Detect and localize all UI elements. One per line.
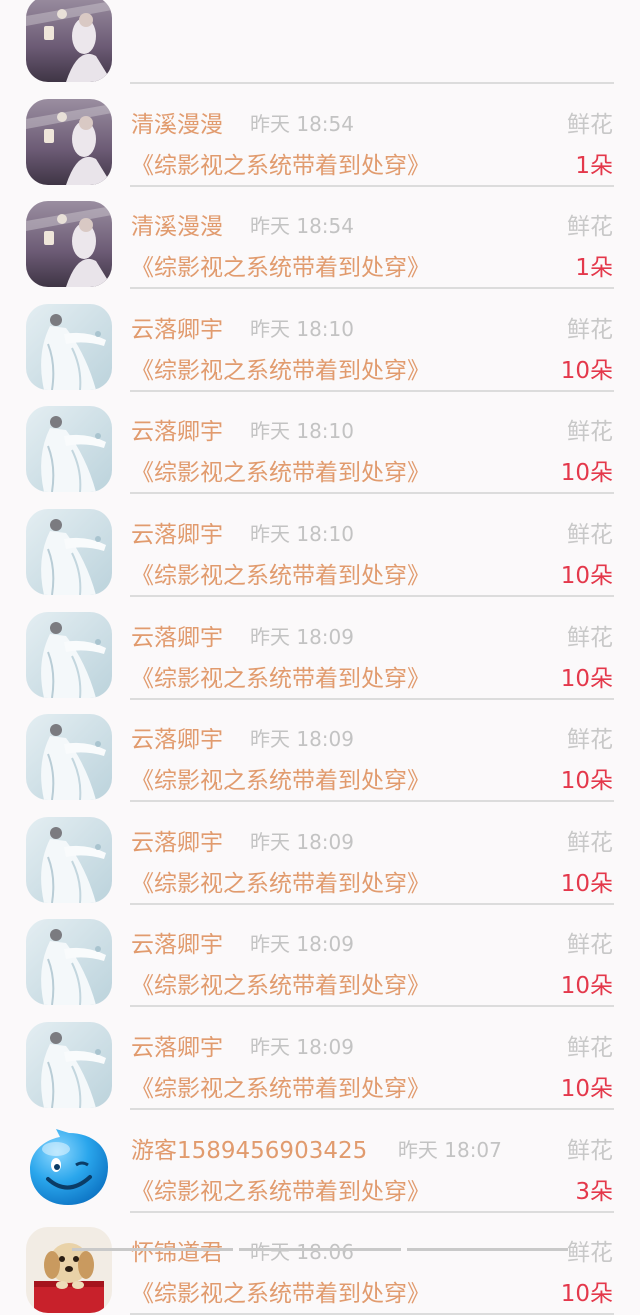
user-name[interactable]: 云落卿宇 (131, 720, 223, 754)
gift-record-row[interactable]: 云落卿宇 昨天 18:09 鲜花 《综影视之系统带着到处穿》 10朵 (0, 586, 640, 700)
gift-record-row[interactable]: 云落卿宇 昨天 18:09 鲜花 《综影视之系统带着到处穿》 10朵 (0, 893, 640, 1008)
user-name[interactable]: 云落卿宇 (131, 1028, 223, 1062)
user-name[interactable]: 云落卿宇 (131, 310, 223, 344)
user-name[interactable]: 云落卿宇 (131, 412, 223, 446)
gift-type: 鲜花 (567, 419, 613, 446)
book-title-link[interactable]: 《综影视之系统带着到处穿》 (131, 1274, 430, 1308)
puppy-avatar-icon[interactable] (26, 1227, 112, 1314)
gift-type: 鲜花 (567, 727, 613, 754)
gift-type: 鲜花 (567, 521, 613, 548)
gift-type: 鲜花 (567, 111, 613, 138)
gift-record-row[interactable]: 怀锦道君 昨天 18:06 鲜花 《综影视之系统带着到处穿》 10朵 (0, 1201, 640, 1315)
timestamp: 昨天 18:54 (250, 111, 354, 136)
white-robe-avatar-icon[interactable] (26, 1021, 112, 1108)
gift-record-row[interactable] (0, 0, 640, 84)
user-name[interactable]: 云落卿宇 (131, 618, 223, 652)
gift-type: 鲜花 (567, 1240, 613, 1267)
timestamp: 昨天 18:10 (250, 521, 354, 546)
user-name[interactable]: 游客1589456903425 (131, 1131, 367, 1165)
user-name[interactable]: 云落卿宇 (131, 823, 223, 857)
lantern-girl-avatar-icon[interactable] (26, 201, 112, 288)
gift-type: 鲜花 (567, 932, 613, 959)
white-robe-avatar-icon[interactable] (26, 714, 112, 801)
gift-record-list: 清溪漫漫 昨天 18:54 鲜花 《综影视之系统带着到处穿》 1朵 清溪漫漫 昨… (0, 0, 640, 1315)
timestamp: 昨天 18:09 (250, 1034, 354, 1059)
user-name[interactable]: 清溪漫漫 (131, 105, 223, 139)
gift-record-row[interactable]: 云落卿宇 昨天 18:10 鲜花 《综影视之系统带着到处穿》 10朵 (0, 483, 640, 597)
white-robe-avatar-icon[interactable] (26, 611, 112, 698)
gift-record-row[interactable]: 云落卿宇 昨天 18:09 鲜花 《综影视之系统带着到处穿》 10朵 (0, 791, 640, 905)
timestamp: 昨天 18:10 (250, 419, 354, 444)
lantern-girl-avatar-icon[interactable] (26, 0, 112, 82)
timestamp: 昨天 18:10 (250, 316, 354, 341)
white-robe-avatar-icon[interactable] (26, 816, 112, 903)
timestamp: 昨天 18:07 (397, 1137, 502, 1162)
blue-smiley-avatar-icon[interactable] (26, 1124, 112, 1211)
white-robe-avatar-icon[interactable] (26, 406, 112, 493)
gift-record-row[interactable]: 清溪漫漫 昨天 18:54 鲜花 《综影视之系统带着到处穿》 1朵 (0, 175, 640, 290)
gift-type: 鲜花 (567, 1034, 613, 1061)
gift-record-row[interactable]: 云落卿宇 昨天 18:09 鲜花 《综影视之系统带着到处穿》 10朵 (0, 996, 640, 1110)
gift-record-row[interactable]: 游客1589456903425 昨天 18:07 鲜花 《综影视之系统带着到处穿… (0, 1099, 640, 1213)
timestamp: 昨天 18:09 (250, 932, 354, 957)
white-robe-avatar-icon[interactable] (26, 508, 112, 595)
timestamp: 昨天 18:09 (250, 727, 354, 752)
white-robe-avatar-icon[interactable] (26, 303, 112, 390)
gift-type: 鲜花 (567, 214, 613, 241)
timestamp: 昨天 18:09 (250, 829, 354, 854)
gift-type: 鲜花 (567, 1137, 613, 1164)
user-name[interactable]: 清溪漫漫 (131, 207, 223, 241)
user-name[interactable]: 云落卿宇 (131, 515, 223, 549)
gift-type: 鲜花 (567, 624, 613, 651)
gift-type: 鲜花 (567, 316, 613, 343)
gift-record-row[interactable]: 云落卿宇 昨天 18:09 鲜花 《综影视之系统带着到处穿》 10朵 (0, 688, 640, 803)
gift-record-row[interactable]: 云落卿宇 昨天 18:10 鲜花 《综影视之系统带着到处穿》 10朵 (0, 380, 640, 495)
gift-type: 鲜花 (567, 829, 613, 856)
gift-record-row[interactable]: 清溪漫漫 昨天 18:54 鲜花 《综影视之系统带着到处穿》 1朵 (0, 73, 640, 187)
gift-count: 10朵 (560, 1281, 613, 1308)
timestamp: 昨天 18:09 (250, 624, 354, 649)
white-robe-avatar-icon[interactable] (26, 919, 112, 1006)
timestamp: 昨天 18:54 (250, 214, 354, 239)
lantern-girl-avatar-icon[interactable] (26, 98, 112, 185)
user-name[interactable]: 云落卿宇 (131, 925, 223, 959)
gift-record-row[interactable]: 云落卿宇 昨天 18:10 鲜花 《综影视之系统带着到处穿》 10朵 (0, 278, 640, 392)
